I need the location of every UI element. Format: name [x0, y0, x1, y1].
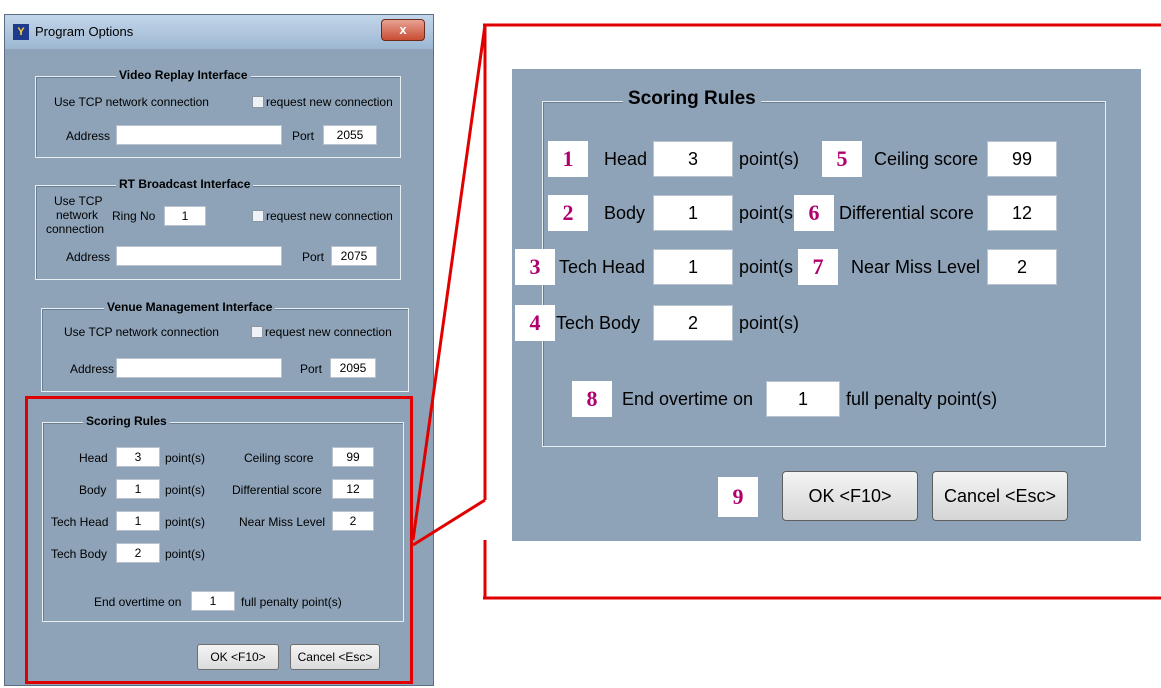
callout-2: 2	[548, 195, 588, 231]
near-miss-level-label: Near Miss Level	[851, 257, 981, 277]
tech-body-input[interactable]: 2	[653, 305, 733, 341]
points-label: point(s)	[739, 313, 800, 333]
group-title: Scoring Rules	[623, 88, 761, 110]
near-miss-level-input[interactable]: 2	[987, 249, 1057, 285]
tech-head-input[interactable]: 1	[653, 249, 733, 285]
scoring-rules-zoom-panel: Scoring Rules 1 Head 3 point(s) 2 Body 1…	[512, 69, 1141, 541]
callout-3: 3	[515, 249, 555, 285]
points-label: point(s	[739, 257, 794, 277]
body-label: Body	[604, 203, 646, 223]
cancel-button[interactable]: Cancel <Esc>	[932, 471, 1068, 521]
differential-score-label: Differential score	[839, 203, 974, 223]
full-penalty-label: full penalty point(s)	[846, 389, 998, 409]
end-overtime-input[interactable]: 1	[766, 381, 840, 417]
head-input[interactable]: 3	[653, 141, 733, 177]
tech-head-label: Tech Head	[559, 257, 646, 277]
callout-8: 8	[572, 381, 612, 417]
ok-button[interactable]: OK <F10>	[782, 471, 918, 521]
ceiling-score-input[interactable]: 99	[987, 141, 1057, 177]
callout-9: 9	[718, 477, 758, 517]
head-label: Head	[604, 149, 648, 169]
callout-5: 5	[822, 141, 862, 177]
callout-1: 1	[548, 141, 588, 177]
points-label: point(s	[739, 203, 794, 223]
ceiling-score-label: Ceiling score	[874, 149, 979, 169]
differential-score-input[interactable]: 12	[987, 195, 1057, 231]
callout-7: 7	[798, 249, 838, 285]
points-label: point(s)	[739, 149, 800, 169]
end-overtime-label: End overtime on	[622, 389, 754, 409]
body-input[interactable]: 1	[653, 195, 733, 231]
callout-6: 6	[794, 195, 834, 231]
tech-body-label: Tech Body	[556, 313, 641, 333]
callout-4: 4	[515, 305, 555, 341]
